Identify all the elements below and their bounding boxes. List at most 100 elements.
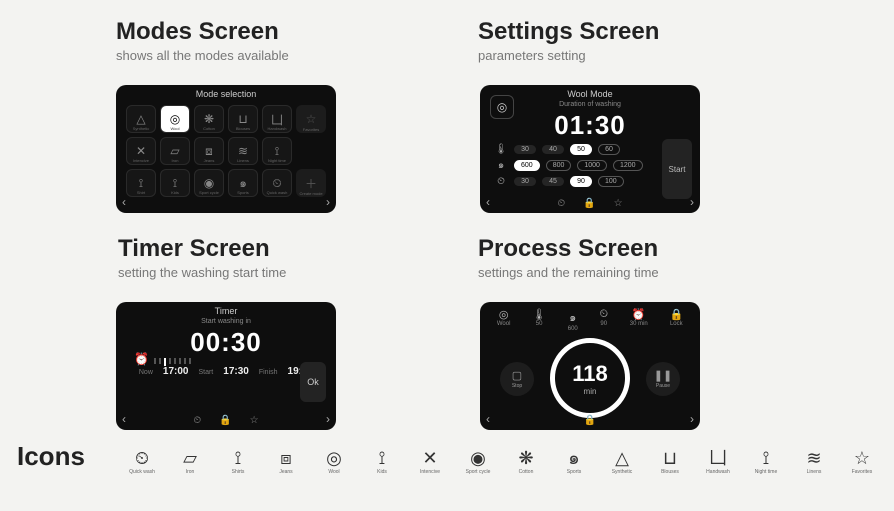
option-temp-60[interactable]: 60 — [598, 144, 620, 155]
option-timer-90[interactable]: 90 — [570, 176, 592, 187]
option-temp-30[interactable]: 30 — [514, 145, 536, 154]
icon-wool: ◎Wool — [312, 449, 356, 475]
option-timer-45[interactable]: 45 — [542, 177, 564, 186]
timer-icon[interactable]: ⏲ — [557, 198, 565, 209]
start-button[interactable]: Start — [662, 139, 692, 199]
mode-intencive[interactable]: ✕Intencive — [126, 137, 156, 165]
option-spin-800[interactable]: 800 — [546, 160, 572, 171]
mode-label: Intencive — [133, 158, 149, 163]
icon-synthetic: △Synthetic — [600, 449, 644, 475]
modes-device: Mode selection △Synthetic◎Wool❋Cotton⊔Bl… — [116, 85, 336, 213]
mode-linens[interactable]: ≋Linens — [228, 137, 258, 165]
mode-icon: ✕ — [136, 144, 146, 158]
lock-icon[interactable]: 🔒 — [584, 415, 596, 426]
lock-icon[interactable]: 🔒 — [219, 415, 231, 426]
mode-iron[interactable]: ▱Iron — [160, 137, 190, 165]
icons-title: Icons — [17, 441, 85, 472]
chevron-left-icon[interactable]: ‹ — [122, 195, 126, 209]
icon-night-time: ⟟Night time — [744, 449, 788, 475]
mode-cotton[interactable]: ❋Cotton — [194, 105, 224, 133]
spin-icon: ๑ — [494, 158, 508, 173]
mode-night-time[interactable]: ⟟Night time — [262, 137, 292, 165]
star-icon[interactable]: ☆ — [614, 198, 623, 209]
settings-sub: parameters setting — [478, 48, 659, 63]
glyph-icon: ◎ — [326, 449, 342, 467]
icon-label: Kids — [377, 469, 387, 475]
timer-header: Timer — [116, 302, 336, 316]
mode-shirt[interactable]: ⟟Shirt — [126, 169, 156, 197]
option-temp-40[interactable]: 40 — [542, 145, 564, 154]
mode-icon: ⧈ — [205, 144, 213, 159]
mode-icon: ⏲ — [272, 176, 281, 191]
mode-icon: ◉ — [204, 176, 214, 190]
alarm-icon: ⏰ — [134, 352, 149, 366]
mode-icon: ⟟ — [173, 176, 177, 191]
glyph-icon: ⟟ — [379, 449, 386, 467]
modes-title: Modes Screen — [116, 18, 289, 46]
option-timer-30[interactable]: 30 — [514, 177, 536, 186]
remaining-value: 118 — [572, 361, 608, 387]
glyph-icon: ⧈ — [280, 449, 291, 467]
mode-handwash[interactable]: 凵Handwash — [262, 105, 292, 133]
status-wool: ◎Wool — [497, 308, 511, 332]
icon-cotton: ❋Cotton — [504, 449, 548, 475]
glyph-icon: ๑ — [568, 449, 579, 467]
icon-label: Favorites — [852, 469, 873, 475]
mode-blouses[interactable]: ⊔Blouses — [228, 105, 258, 133]
wool-icon[interactable]: ◎ — [490, 95, 514, 119]
ok-button[interactable]: Ok — [300, 362, 326, 402]
option-spin-1200[interactable]: 1200 — [613, 160, 643, 171]
icon-shirts: ⟟Shirts — [216, 449, 260, 475]
icon-kids: ⟟ Kids — [360, 449, 404, 475]
mode-icon: ◎ — [170, 112, 180, 126]
mode-label: Sports — [237, 190, 249, 195]
settings-title: Settings Screen — [478, 18, 659, 46]
mode-label: Shirt — [137, 190, 145, 195]
mode-icon: ❋ — [204, 112, 214, 126]
mode-label: Quick wash — [267, 190, 288, 195]
mode-sports[interactable]: ๑Sports — [228, 169, 258, 197]
timer-time: 00:30 — [116, 327, 336, 358]
mode-icon: ⊔ — [238, 112, 247, 126]
temp-icon: 🌡 — [494, 144, 508, 155]
option-spin-600[interactable]: 600 — [514, 160, 540, 171]
mode-kids[interactable]: ⟟Kids — [160, 169, 190, 197]
glyph-icon: 凵 — [709, 449, 727, 467]
glyph-icon: ❋ — [518, 449, 533, 467]
option-temp-50[interactable]: 50 — [570, 144, 592, 155]
remaining-unit: min — [584, 387, 597, 396]
status-lock: 🔒Lock — [669, 308, 683, 332]
timer-title: Timer Screen — [118, 235, 286, 263]
mode-icon: ▱ — [170, 144, 179, 158]
icon-favorites: ☆Favorites — [840, 449, 884, 475]
timer-icon[interactable]: ⏲ — [193, 415, 201, 426]
icon-blouses: ⊔Blouses — [648, 449, 692, 475]
mode-wool[interactable]: ◎Wool — [160, 105, 190, 133]
mode-jeans[interactable]: ⧈Jeans — [194, 137, 224, 165]
icon-jeans: ⧈Jeans — [264, 449, 308, 475]
lock-icon[interactable]: 🔒 — [583, 198, 595, 209]
glyph-icon: ▱ — [183, 449, 197, 467]
pause-button[interactable]: ❚❚Pause — [646, 362, 680, 396]
star-icon[interactable]: ☆ — [250, 415, 259, 426]
icon-label: Night time — [755, 469, 778, 475]
create-mode-button[interactable]: ＋Create mode — [296, 169, 326, 197]
mode-synthetic[interactable]: △Synthetic — [126, 105, 156, 133]
mode-sport-cycle[interactable]: ◉Sport cycle — [194, 169, 224, 197]
status-30-min: ⏰30 min — [630, 308, 648, 332]
icon-sport-cycle: ◉Sport cycle — [456, 449, 500, 475]
chevron-right-icon[interactable]: › — [326, 195, 330, 209]
option-timer-100[interactable]: 100 — [598, 176, 624, 187]
timer-sub: setting the washing start time — [118, 265, 286, 280]
option-spin-1000[interactable]: 1000 — [577, 160, 607, 171]
process-title: Process Screen — [478, 235, 659, 263]
mode-quick-wash[interactable]: ⏲Quick wash — [262, 169, 292, 197]
favorites-button[interactable]: ☆Favorites — [296, 105, 326, 133]
icon-handwash: 凵Handwash — [696, 449, 740, 475]
stop-button[interactable]: ▢Stop — [500, 362, 534, 396]
mode-icon: 凵 — [271, 111, 283, 128]
mode-label: Cotton — [203, 126, 215, 131]
timer-ticks[interactable] — [154, 358, 191, 366]
mode-icon: ≋ — [238, 144, 248, 158]
mode-label: Blouses — [236, 126, 250, 131]
